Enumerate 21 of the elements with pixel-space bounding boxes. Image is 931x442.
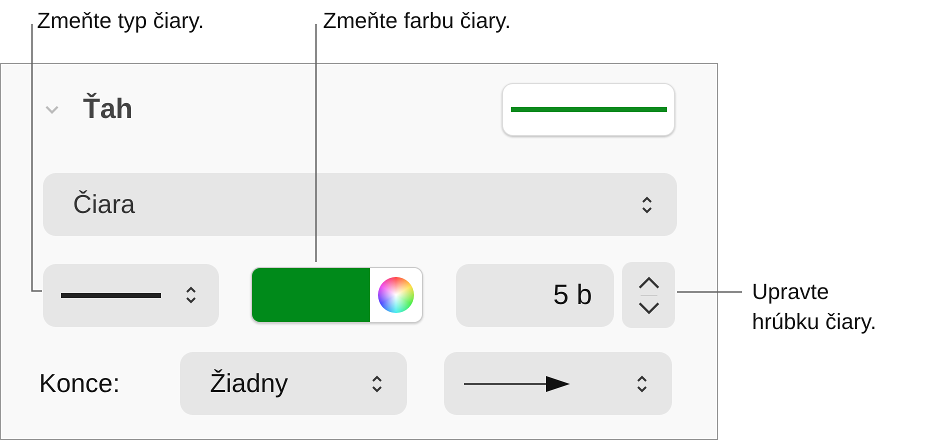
callout-text: Zmeňte farbu čiary. — [323, 8, 511, 34]
up-down-chevron-icon — [641, 194, 653, 214]
color-wheel-icon — [378, 277, 414, 313]
arrow-icon — [464, 374, 570, 394]
callout-text: Zmeňte typ čiary. — [37, 8, 204, 34]
leader-line — [677, 291, 742, 293]
up-down-chevron-icon — [636, 374, 648, 394]
line-start-popup[interactable]: Žiadny — [180, 352, 407, 415]
endings-label: Konce: — [39, 368, 121, 399]
up-down-chevron-icon — [184, 285, 197, 305]
line-preview-icon — [510, 105, 666, 113]
stroke-width-field[interactable]: 5 b — [456, 264, 614, 326]
color-well[interactable] — [250, 267, 424, 323]
line-style-popup[interactable] — [43, 264, 219, 326]
stroke-preview-button[interactable] — [502, 82, 675, 136]
line-type-popup[interactable]: Čiara — [43, 173, 677, 236]
stepper[interactable] — [622, 262, 675, 328]
up-down-chevron-icon — [371, 374, 383, 394]
callout-text: Upravte hrúbku čiary. — [752, 278, 878, 336]
line-end-popup[interactable] — [444, 352, 672, 415]
section-title: Ťah — [83, 93, 133, 125]
